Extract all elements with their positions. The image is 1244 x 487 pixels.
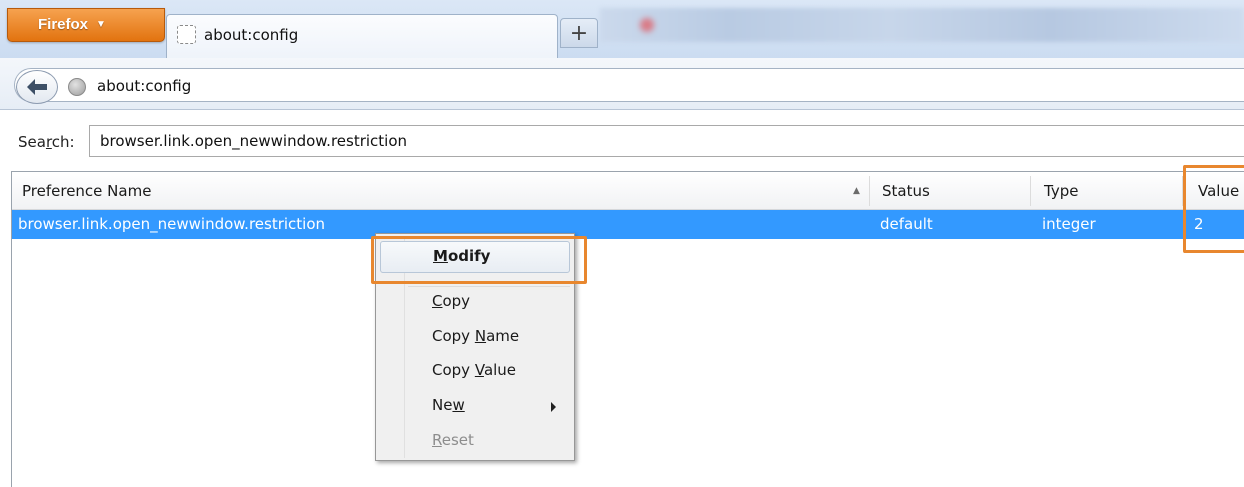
- back-arrow-icon: [27, 79, 47, 95]
- url-bar[interactable]: [14, 68, 1244, 102]
- menu-separator: [408, 286, 570, 287]
- row-status: default: [880, 215, 933, 233]
- column-header-status[interactable]: Status: [882, 182, 930, 200]
- menu-item-copy-name[interactable]: Copy Name: [432, 327, 519, 345]
- tab-about-config[interactable]: about:config: [166, 14, 558, 60]
- column-header-preference-name[interactable]: Preference Name: [22, 182, 151, 200]
- new-tab-icon: +: [569, 20, 589, 46]
- firefox-menu-caret-icon: ▼: [96, 19, 106, 30]
- menu-item-copy-value[interactable]: Copy Value: [432, 361, 516, 379]
- blurred-tabs: [600, 8, 1244, 42]
- row-type: integer: [1042, 215, 1096, 233]
- submenu-arrow-icon: [551, 402, 556, 412]
- search-label: Search:: [18, 133, 75, 151]
- column-header-value[interactable]: Value: [1198, 182, 1239, 200]
- back-button[interactable]: [16, 70, 58, 104]
- row-preference-name: browser.link.open_newwindow.restriction: [18, 215, 326, 233]
- table-header: Preference Name ▲ Status Type Value: [12, 172, 1244, 210]
- column-header-type[interactable]: Type: [1044, 182, 1078, 200]
- search-row: Search:: [0, 111, 1244, 171]
- firefox-menu-button[interactable]: Firefox ▼: [7, 8, 165, 42]
- table-row[interactable]: browser.link.open_newwindow.restriction …: [12, 210, 1244, 239]
- menu-item-modify[interactable]: Modify: [380, 241, 570, 273]
- blank-page-icon: [177, 25, 196, 44]
- url-text[interactable]: about:config: [97, 77, 191, 95]
- sort-ascending-icon: ▲: [853, 186, 860, 196]
- firefox-menu-label: Firefox: [38, 16, 89, 33]
- preferences-table: Preference Name ▲ Status Type Value brow…: [11, 171, 1244, 487]
- search-input[interactable]: [89, 125, 1244, 157]
- context-menu: Modify Copy Copy Name Copy Value New Res…: [375, 233, 575, 461]
- menu-item-reset: Reset: [432, 431, 474, 449]
- menu-item-copy[interactable]: Copy: [432, 292, 470, 310]
- globe-icon: [68, 78, 86, 96]
- new-tab-button[interactable]: +: [560, 18, 598, 48]
- tab-title: about:config: [204, 25, 299, 44]
- menu-item-new[interactable]: New: [432, 396, 465, 414]
- row-value: 2: [1194, 215, 1204, 233]
